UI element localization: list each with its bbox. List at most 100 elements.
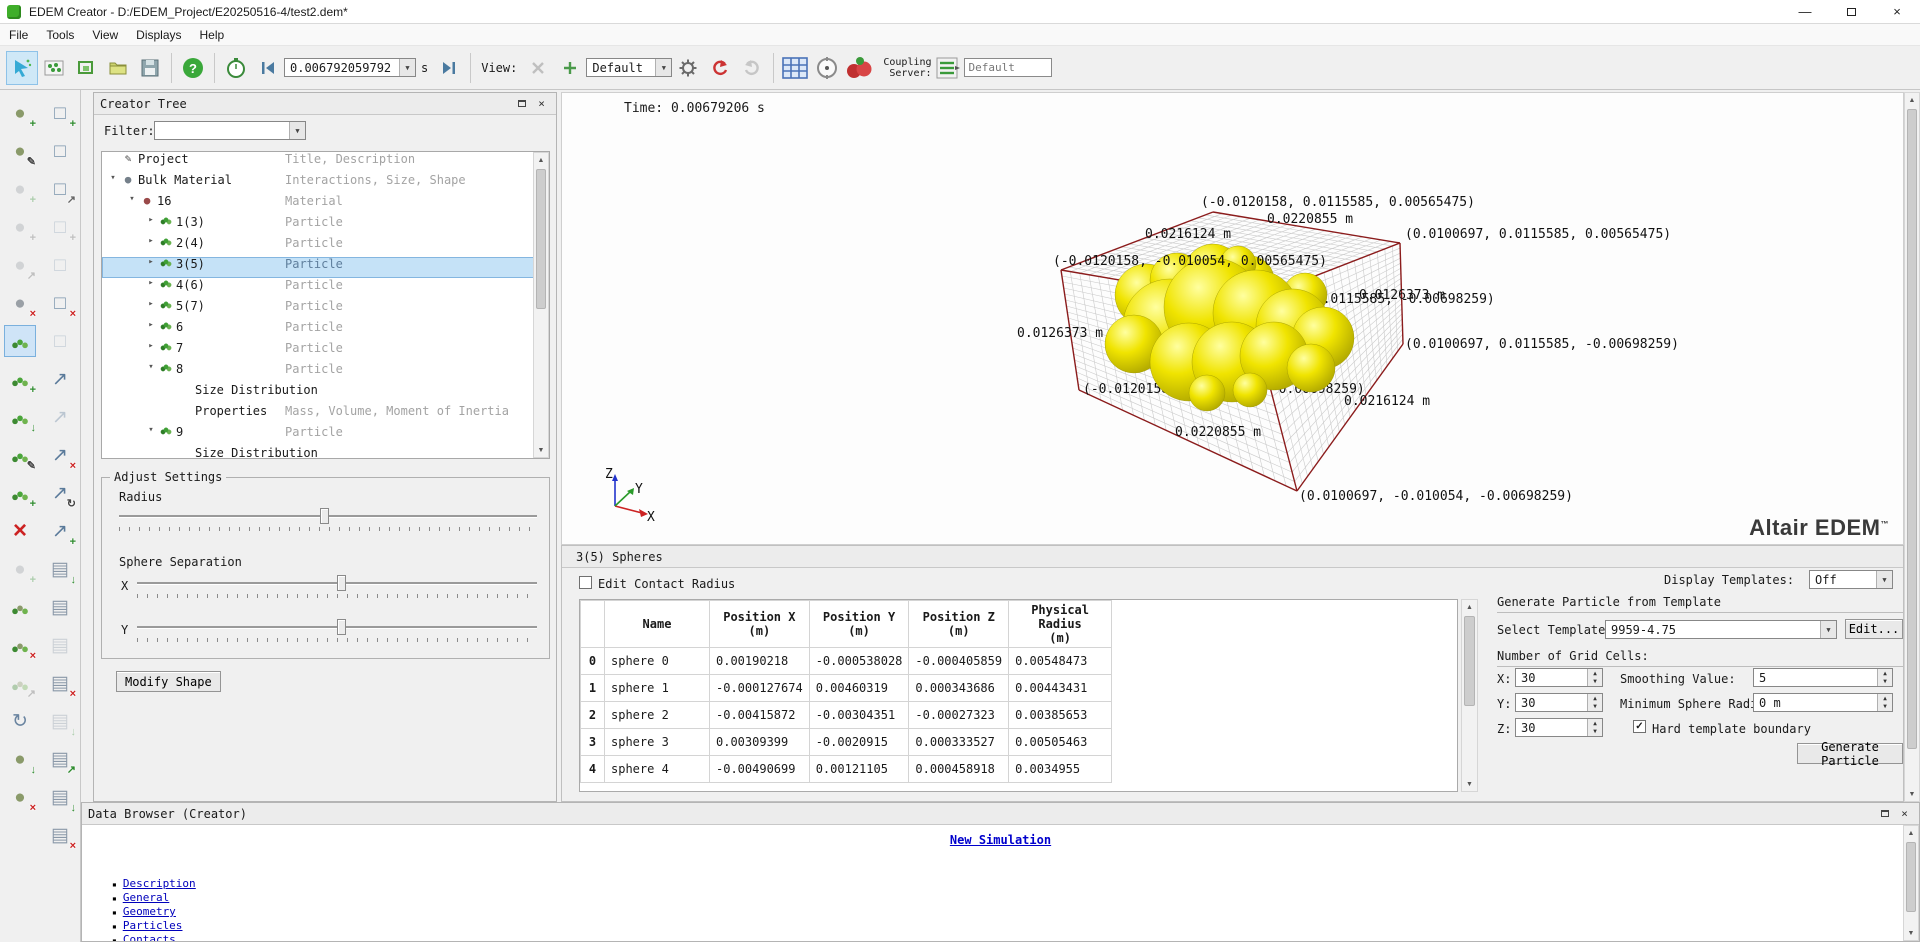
table-cell[interactable]: 0.00505463 [1008,728,1113,756]
import-deformation-icon[interactable]: ▤ ↓ [45,782,76,815]
scrollbar-thumb[interactable] [1464,616,1475,706]
tree-expander-icon[interactable]: ▸ [144,278,158,288]
menu-view[interactable]: View [83,25,127,45]
modify-shape-button[interactable]: Modify Shape [116,671,221,692]
tree-row[interactable]: ▸ ● 7 Particle [102,341,549,362]
tree-expander-icon[interactable]: ▸ [144,257,158,267]
new-simulation-link[interactable]: New Simulation [950,833,1051,847]
tree-expander-icon[interactable]: ▸ [144,299,158,309]
view-preset-select[interactable]: Default ▼ [586,58,673,77]
table-cell[interactable]: 0.00548473 [1008,647,1113,675]
add-sphere-icon[interactable]: ● + [5,174,36,207]
position-x-column-header[interactable]: Position X (m) [709,600,810,648]
scrollbar-thumb[interactable] [1906,842,1916,912]
open-project-button[interactable] [102,51,134,85]
browser-link-description[interactable]: Description [123,877,196,890]
min-sphere-radius-spinner[interactable]: 0 m ▲ ▼ [1753,693,1893,712]
scroll-up-icon[interactable]: ▲ [538,153,545,167]
tree-row[interactable]: ▾ ● 8 Particle [102,362,549,383]
copy-sphere-icon[interactable]: ● + [5,212,36,245]
table-cell[interactable]: 0.00121105 [808,755,910,783]
slider-thumb[interactable] [337,575,346,591]
skip-to-end-button[interactable] [433,51,465,85]
table-cell[interactable]: 0.00460319 [808,674,910,702]
sphere-row[interactable]: 0 sphere 0 0.00190218 -0.000538028 -0.000405… [580,647,1113,675]
delete-particle-icon[interactable]: × [5,516,35,546]
export-geometry-icon[interactable]: □ ↗ [45,174,76,207]
skip-to-start-button[interactable] [252,51,284,85]
add-particle-icon[interactable]: ● + [5,98,36,131]
table-cell[interactable]: -0.000127674 [709,674,810,702]
sphere-row[interactable]: 2 sphere 2 -0.00415872 -0.00304351 -0.000273… [580,701,1113,729]
mesh-options-icon[interactable]: ▤ [45,630,75,660]
export-mesh-icon[interactable]: ▤ ↗ [45,744,76,777]
edit-particle-green-icon[interactable]: ● ✎ [5,440,36,473]
extra-geometry-icon[interactable]: □ [45,326,75,356]
spinner-arrows-icon[interactable]: ▲ ▼ [1587,669,1602,686]
close-panel-button[interactable]: × [1896,806,1913,821]
table-cell[interactable]: 0.00309399 [709,728,810,756]
tree-row[interactable]: ▸ ● 3(5) Particle [102,257,549,278]
generate-particle-button[interactable]: Generate Particle [1797,740,1903,768]
reset-view-button[interactable] [704,51,736,85]
table-cell[interactable]: -0.000405859 [908,647,1010,675]
sphere-row[interactable]: 3 sphere 3 0.00309399 -0.0020915 0.000333527… [580,728,1113,756]
spinner-arrows-icon[interactable]: ▲ ▼ [1877,694,1892,711]
delete-mesh-icon[interactable]: ▤ × [45,668,76,701]
tree-expander-icon[interactable]: ▸ [144,236,158,246]
scroll-up-icon[interactable]: ▲ [1908,826,1915,840]
import-mesh-icon[interactable]: ▤ ↓ [45,554,76,587]
copy-geometry-icon[interactable]: □ + [45,212,76,245]
scroll-down-icon[interactable]: ▼ [1466,777,1473,791]
time-select[interactable]: 0.006792059792 ▼ [284,58,416,77]
tree-row[interactable]: ▾ ● 9 Particle [102,425,549,446]
viewport-3d[interactable]: (-0.0120158, -0.010054, -0.00698259) (-0… [561,92,1904,545]
scrollbar-thumb[interactable] [1907,109,1917,749]
scrollbar-thumb[interactable] [536,169,546,309]
table-cell[interactable]: sphere 2 [604,701,710,729]
minimize-button[interactable]: — [1782,0,1828,23]
position-z-column-header[interactable]: Position Z (m) [908,600,1010,648]
separation-y-slider[interactable] [137,617,537,643]
scroll-down-icon[interactable]: ▼ [1908,926,1915,940]
redo-view-button[interactable] [736,51,768,85]
radius-slider[interactable] [119,506,537,532]
browser-scrollbar[interactable]: ▲ ▼ [1903,825,1919,941]
view-settings-button[interactable] [672,51,704,85]
save-mesh-icon[interactable]: ▤ [45,592,75,622]
tree-row[interactable]: Size Distribution [102,446,549,458]
spinner-arrows-icon[interactable]: ▲ ▼ [1877,669,1892,686]
export-multisphere-icon[interactable]: ● ↗ [5,668,36,701]
table-cell[interactable]: 0.0034955 [1008,755,1113,783]
delete-deformation-icon[interactable]: ▤ × [45,820,76,853]
filter-select[interactable]: ▼ [154,121,306,140]
close-panel-button[interactable]: × [533,96,550,111]
float-panel-button[interactable] [1876,806,1893,821]
maximize-button[interactable] [1828,0,1874,23]
table-cell[interactable]: -0.00490699 [709,755,810,783]
refresh-particle-icon[interactable]: ↻ [5,706,35,736]
import-mesh-2-icon[interactable]: ▤ ↓ [45,706,76,739]
row-index-cell[interactable]: 2 [580,701,605,729]
table-cell[interactable]: 0.00385653 [1008,701,1113,729]
tree-row[interactable]: ▸ ● 4(6) Particle [102,278,549,299]
particle-display-button[interactable] [38,51,70,85]
select-particle-icon[interactable]: ● [4,325,36,357]
add-view-button[interactable] [554,51,586,85]
table-cell[interactable]: -0.000538028 [808,647,910,675]
table-cell[interactable]: 0.00190218 [709,647,810,675]
particle-render-button[interactable] [843,51,875,85]
row-index-cell[interactable]: 0 [580,647,605,675]
tree-expander-icon[interactable]: ▾ [144,425,158,435]
tree-expander-icon[interactable]: ▾ [125,194,139,204]
scroll-up-icon[interactable]: ▲ [1909,93,1916,107]
scroll-down-icon[interactable]: ▼ [538,443,545,457]
row-index-cell[interactable]: 1 [580,674,605,702]
tree-scrollbar[interactable]: ▲ ▼ [533,152,549,458]
slider-thumb[interactable] [319,508,329,524]
grid-x-spinner[interactable]: 30 ▲ ▼ [1515,668,1603,687]
browser-link-general[interactable]: General [123,891,169,904]
center-view-button[interactable] [811,51,843,85]
delete-geometry-icon[interactable]: □ × [45,288,76,321]
save-project-button[interactable] [134,51,166,85]
